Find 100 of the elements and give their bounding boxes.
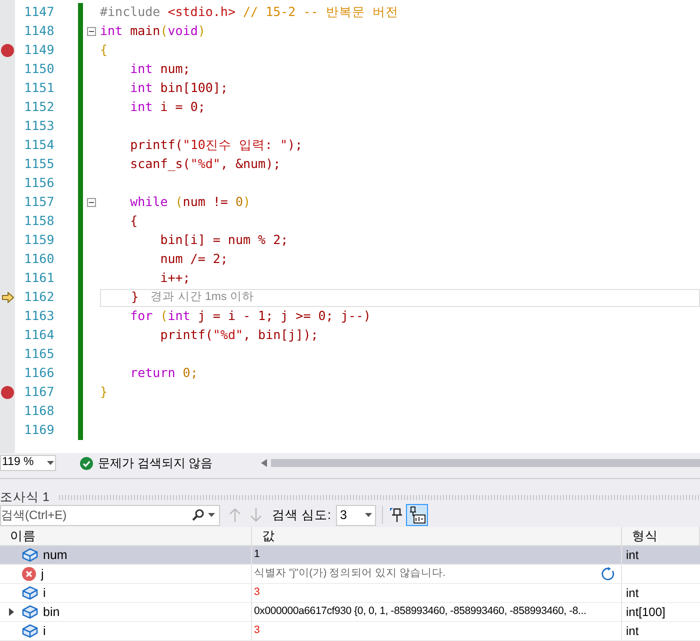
- variable-icon: [22, 624, 38, 638]
- variable-type: int: [625, 547, 639, 564]
- code-line: {: [100, 41, 108, 60]
- gutter-row[interactable]: 1169: [0, 421, 54, 440]
- gutter-row[interactable]: 1167: [0, 383, 54, 402]
- line-number: 1152: [24, 98, 54, 116]
- gutter-row[interactable]: 1166: [0, 364, 54, 383]
- line-number: 1155: [24, 155, 54, 174]
- line-number: 1148: [24, 22, 54, 40]
- issues-status: 문제가 검색되지 않음: [98, 455, 213, 472]
- variable-value: 3: [254, 585, 260, 600]
- line-number: 1157: [24, 193, 54, 212]
- caret-icon: [364, 513, 372, 517]
- line-number: 1163: [24, 307, 54, 326]
- caret-icon[interactable]: [208, 513, 215, 517]
- code-line: {: [129, 212, 138, 230]
- gutter-row[interactable]: 1157: [0, 193, 54, 212]
- code-line: }: [100, 383, 108, 402]
- gutter-row[interactable]: 1148: [0, 22, 54, 41]
- variable-type: int[100]: [625, 604, 666, 621]
- column-header[interactable]: 이름: [0, 527, 252, 545]
- code-line: i++;: [159, 269, 190, 288]
- line-number: 1153: [24, 117, 54, 136]
- gutter-row[interactable]: 1162: [0, 288, 54, 307]
- line-number: 1149: [24, 41, 54, 60]
- depth-dropdown[interactable]: 3: [336, 504, 376, 526]
- code-line: printf("10진수 입력: ");: [129, 136, 303, 154]
- check-icon: [80, 456, 93, 470]
- code-line: int num;: [129, 60, 190, 78]
- code-line: printf("%d", bin[j]);: [159, 326, 318, 344]
- line-number: 1169: [24, 421, 54, 440]
- column-header[interactable]: 값: [252, 527, 622, 545]
- gutter-row[interactable]: 1168: [0, 402, 54, 421]
- gutter-row[interactable]: 1159: [0, 231, 54, 250]
- variable-value: 식별자 "j"이(가) 정의되어 있지 않습니다.: [254, 566, 446, 582]
- pin-text-icon[interactable]: [406, 504, 428, 526]
- line-number: 1151: [24, 79, 54, 98]
- panel-title: 조사식 1: [0, 489, 50, 506]
- watch-row[interactable]: bin 0x000000a6617cf930 {0, 0, 1, -858993460, -858993460, -858993460, -8... int[100]: [0, 603, 700, 622]
- pin-icon[interactable]: [388, 507, 403, 523]
- scroll-left-icon[interactable]: [260, 459, 267, 468]
- line-number: 1150: [24, 60, 54, 78]
- watch-row[interactable]: i 3 int: [0, 584, 700, 603]
- line-number: 1164: [24, 326, 54, 344]
- search-field[interactable]: 검색(Ctrl+E): [0, 504, 220, 526]
- variable-value: 3: [254, 623, 260, 638]
- code-line: }: [130, 288, 139, 306]
- gutter-row[interactable]: 1151: [0, 79, 54, 98]
- collapse-icon[interactable]: [87, 198, 96, 207]
- variable-type: int: [625, 585, 639, 602]
- variable-name: i: [43, 622, 46, 640]
- zoom-dropdown[interactable]: 119 %: [0, 455, 56, 472]
- gutter-row[interactable]: 1152: [0, 98, 54, 117]
- elapsed-time-hint: 경과 시간 1ms 이하: [150, 290, 254, 305]
- column-header[interactable]: 형식: [622, 527, 700, 545]
- gutter-row[interactable]: 1153: [0, 117, 54, 136]
- gutter-row[interactable]: 1150: [0, 60, 54, 79]
- search-icon: [192, 509, 204, 521]
- code-line: for (int j = i - 1; j >= 0; j--): [129, 307, 371, 326]
- gutter-row[interactable]: 1156: [0, 174, 54, 193]
- horizontal-scrollbar[interactable]: [270, 459, 700, 468]
- search-input[interactable]: 검색(Ctrl+E): [1, 506, 192, 524]
- code-line: int main(void): [100, 22, 206, 40]
- code-line: while (num != 0): [129, 193, 251, 212]
- caret-icon: [47, 461, 54, 466]
- breakpoint-icon[interactable]: [1, 44, 14, 57]
- gutter-row[interactable]: 1149: [0, 41, 54, 60]
- depth-label: 검색 심도:: [272, 506, 331, 524]
- breakpoint-icon[interactable]: [1, 386, 14, 399]
- gutter-row[interactable]: 1165: [0, 345, 54, 364]
- variable-type: int: [625, 623, 639, 640]
- code-line: return 0;: [129, 364, 198, 382]
- watch-row[interactable]: num 1 int: [0, 546, 700, 565]
- gutter-row[interactable]: 1163: [0, 307, 54, 326]
- line-number: 1165: [24, 345, 54, 364]
- gutter-row[interactable]: 1147: [0, 3, 54, 22]
- line-number: 1159: [24, 231, 54, 250]
- line-number: 1162: [24, 288, 54, 306]
- gutter-row[interactable]: 1158: [0, 212, 54, 231]
- gutter-row[interactable]: 1164: [0, 326, 54, 345]
- variable-value: 0x000000a6617cf930 {0, 0, 1, -858993460, -858993460, -858993460, -8...: [254, 604, 586, 620]
- watch-row[interactable]: j 식별자 "j"이(가) 정의되어 있지 않습니다.: [0, 565, 700, 584]
- gutter-row[interactable]: 1155: [0, 155, 54, 174]
- code-line: scanf_s("%d", &num);: [129, 155, 281, 174]
- error-icon: [22, 567, 36, 581]
- gutter-row[interactable]: 1161: [0, 269, 54, 288]
- variable-icon: [22, 548, 38, 562]
- line-number: 1147: [24, 3, 54, 22]
- gutter-row[interactable]: 1154: [0, 136, 54, 155]
- variable-name: num: [43, 546, 68, 564]
- collapse-icon[interactable]: [87, 27, 96, 36]
- line-number: 1160: [24, 250, 54, 268]
- code-line: bin[i] = num % 2;: [159, 231, 288, 250]
- gutter-row[interactable]: 1160: [0, 250, 54, 269]
- code-line: int bin[100];: [129, 79, 228, 98]
- variable-icon: [22, 605, 38, 619]
- watch-row[interactable]: i 3 int: [0, 622, 700, 641]
- expand-icon[interactable]: [8, 608, 14, 616]
- refresh-icon[interactable]: [601, 567, 615, 581]
- line-number: 1168: [24, 402, 54, 420]
